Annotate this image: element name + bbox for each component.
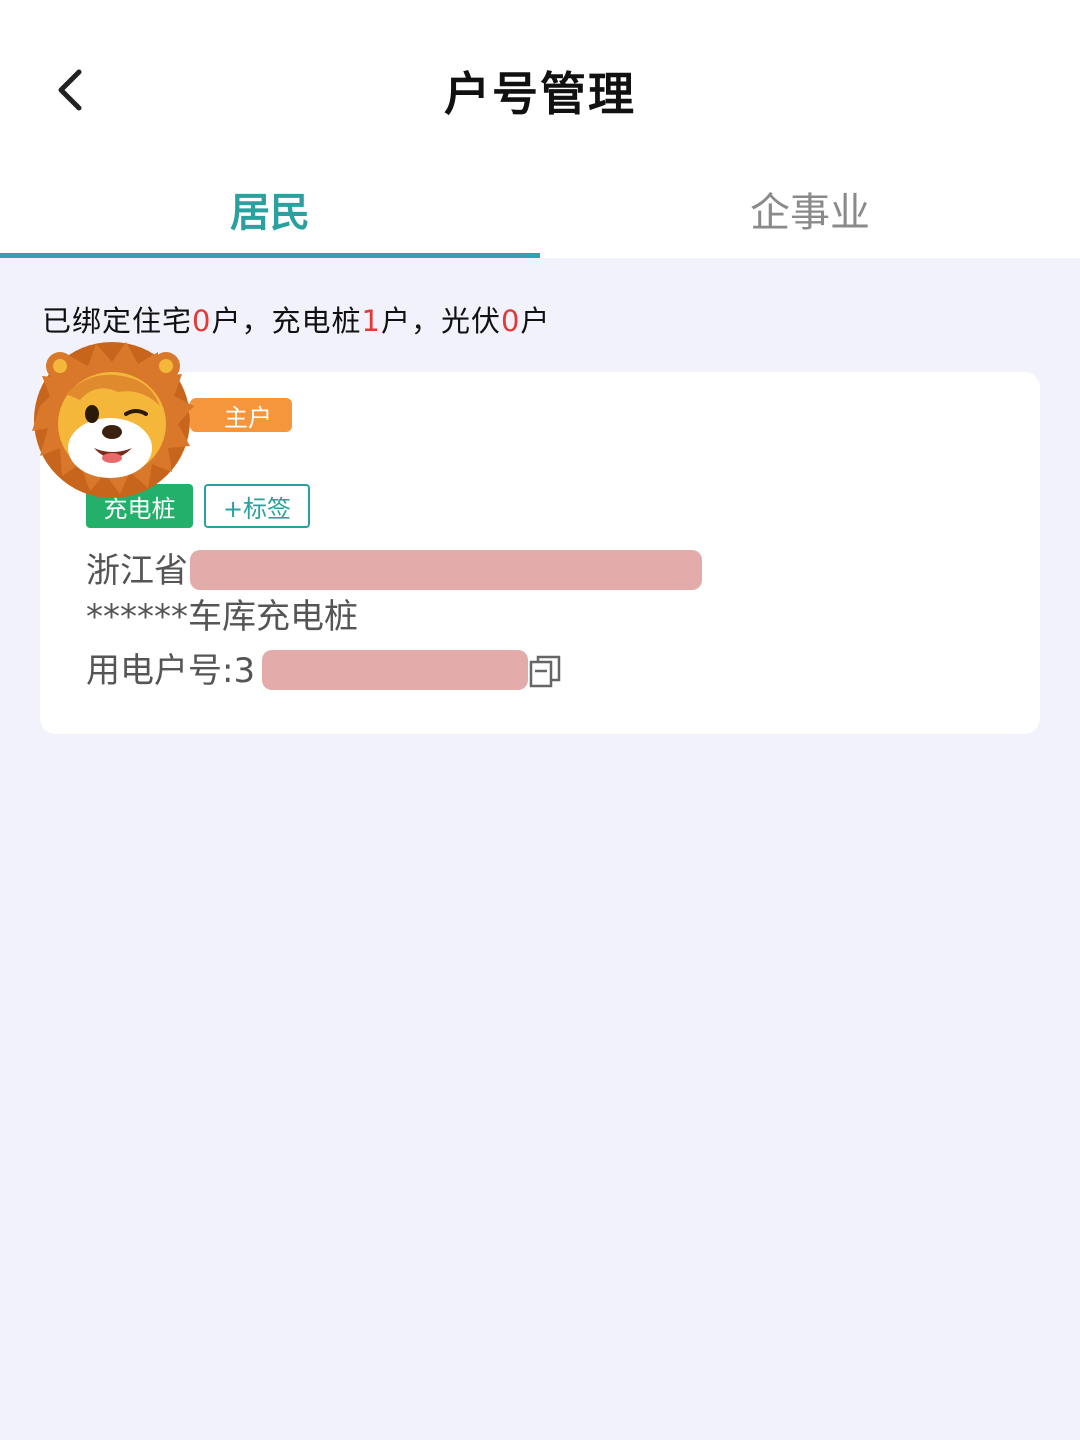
address-line-2: ******车库充电桩 xyxy=(86,597,358,637)
active-tab-indicator xyxy=(0,253,540,258)
tab-enterprise-label: 企事业 xyxy=(750,190,870,236)
solar-count: 0 xyxy=(500,304,521,338)
address-line-1: 浙江省 xyxy=(86,551,188,591)
account-number: 用电户号:3 xyxy=(86,651,256,691)
charger-unit: 户，光伏 xyxy=(380,304,501,338)
tab-enterprise[interactable]: 企事业 xyxy=(540,160,1080,258)
residence-unit: 户，充电桩 xyxy=(211,304,362,338)
solar-unit: 户 xyxy=(520,304,551,338)
summary-prefix: 已绑定住宅 xyxy=(42,304,193,338)
add-tag-button[interactable]: +标签 xyxy=(204,484,310,528)
redaction-mark xyxy=(190,550,702,590)
redaction-mark xyxy=(262,650,528,690)
page-title: 户号管理 xyxy=(444,67,636,121)
copy-icon[interactable] xyxy=(528,654,564,690)
tab-bar: 居民 企事业 xyxy=(0,160,1080,258)
charger-count: 1 xyxy=(361,304,381,338)
tab-resident-label: 居民 xyxy=(230,190,310,236)
binding-summary: 已绑定住宅0户，充电桩1户，光伏0户 xyxy=(42,298,550,340)
top-bar: 户号管理 居民 企事业 xyxy=(0,0,1080,258)
tab-resident[interactable]: 居民 xyxy=(0,160,540,258)
residence-count: 0 xyxy=(192,304,212,338)
owner-badge: 主户 xyxy=(190,398,292,432)
lion-avatar-icon xyxy=(32,342,194,498)
